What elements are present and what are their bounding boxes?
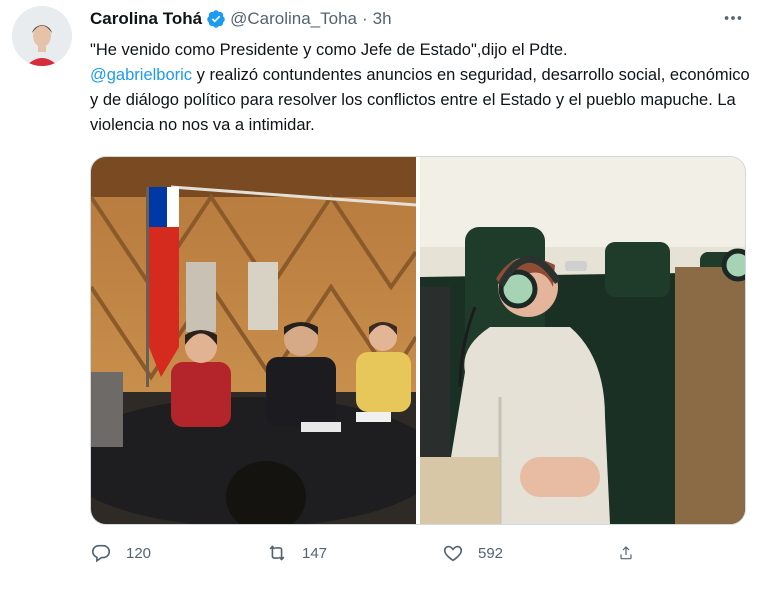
header-separator: ·: [361, 9, 368, 28]
share-button[interactable]: [618, 542, 648, 564]
share-icon: [620, 546, 632, 560]
author-avatar[interactable]: [12, 6, 72, 66]
photo-helicopter[interactable]: [420, 157, 745, 524]
like-button[interactable]: 592: [442, 542, 618, 564]
author-handle[interactable]: @Carolina_Toha: [230, 9, 357, 29]
reply-count: 120: [126, 544, 152, 562]
retweet-button[interactable]: 147: [266, 542, 442, 564]
tweet-header: Carolina Tohá @Carolina_Toha · 3h: [90, 8, 392, 30]
reply-button[interactable]: 120: [90, 542, 266, 564]
reply-icon: [91, 544, 111, 563]
verified-badge-icon: [206, 9, 226, 29]
retweet-count: 147: [302, 544, 328, 562]
like-count: 592: [478, 544, 504, 562]
mention-link[interactable]: @gabrielboric: [90, 66, 192, 84]
avatar-portrait: [12, 6, 72, 66]
tweet-timestamp[interactable]: 3h: [373, 9, 392, 29]
tweet-text-line1: "He venido como Presidente y como Jefe d…: [90, 41, 568, 59]
tweet-actions: 120 147 592: [90, 538, 650, 568]
photo-meeting[interactable]: [91, 157, 416, 524]
tweet-text-body: @gabrielboric y realizó contundentes anu…: [90, 63, 750, 138]
more-icon[interactable]: [718, 6, 748, 30]
media-grid: [90, 156, 746, 525]
author-name[interactable]: Carolina Tohá: [90, 9, 202, 29]
retweet-icon: [269, 545, 285, 561]
heart-icon: [443, 545, 463, 562]
tweet-text: "He venido como Presidente y como Jefe d…: [90, 38, 750, 138]
